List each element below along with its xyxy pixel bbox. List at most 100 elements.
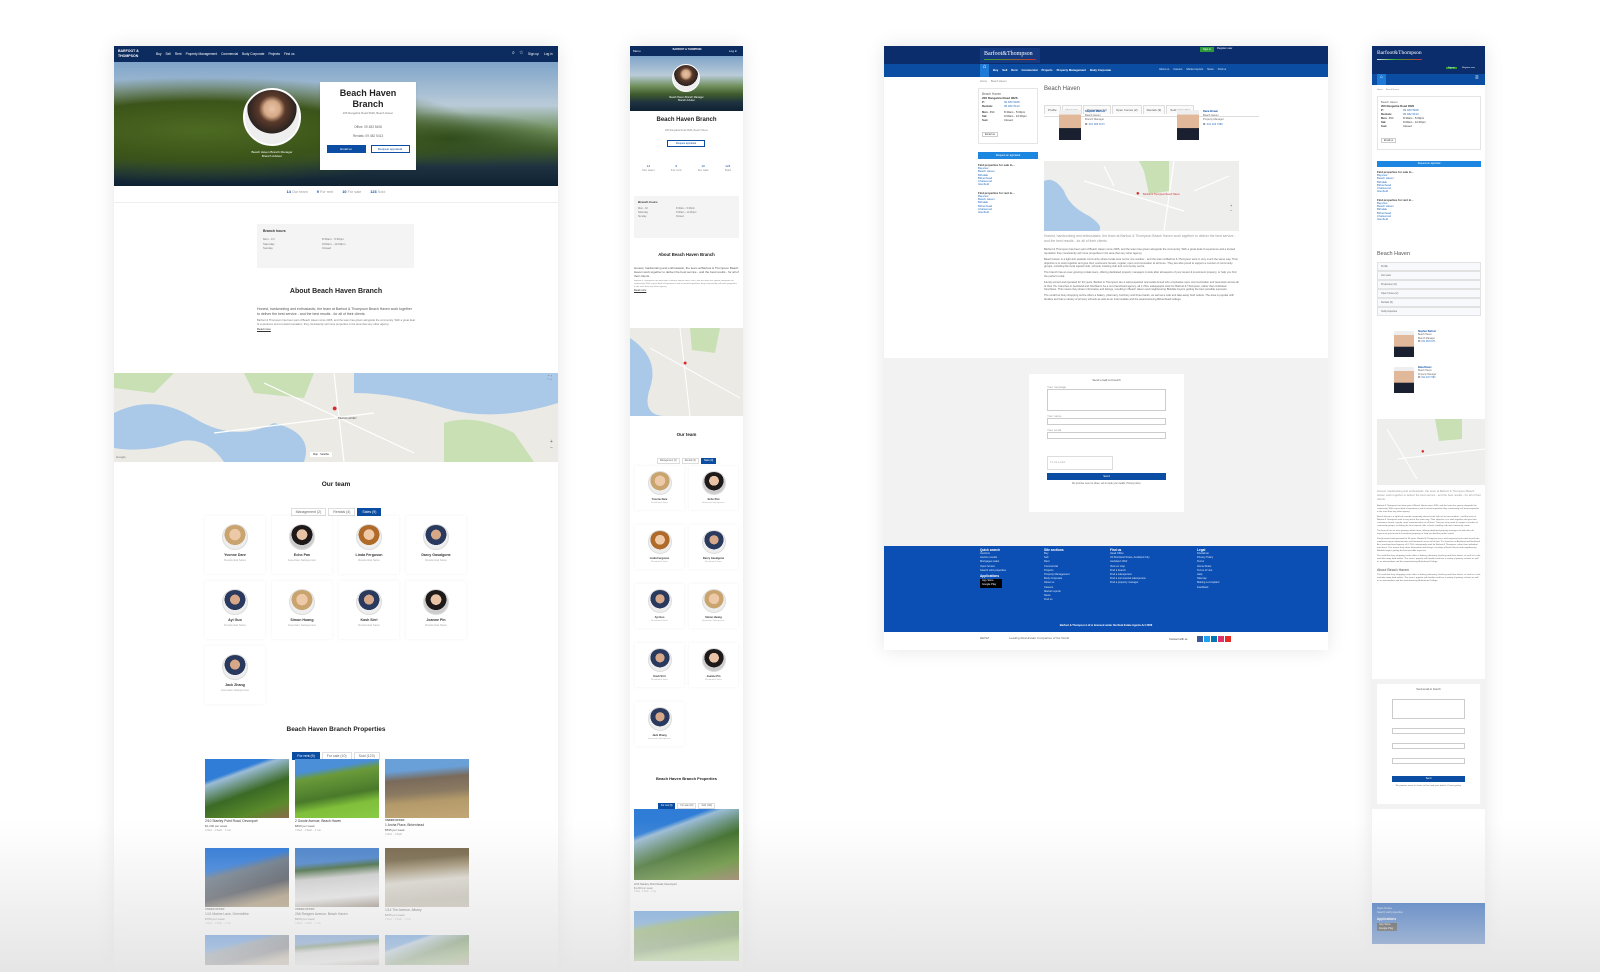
request-appraisal-button[interactable]: Request an appraisal	[1377, 161, 1481, 167]
property-card[interactable]: UNDER OFFER 26A Rangers Avenue, Beach Hav…	[295, 848, 379, 929]
breadcrumb-item[interactable]: Beach Haven	[1386, 89, 1399, 91]
property-photo[interactable]	[634, 911, 739, 961]
brand-logo[interactable]: BARFOOT & THOMPSON	[118, 49, 148, 59]
brand-logo[interactable]: BARFOOT & THOMPSON	[670, 48, 704, 51]
fullscreen-icon[interactable]: ⛶	[548, 375, 552, 381]
profile-tab[interactable]: Rentals (9)	[1377, 298, 1481, 307]
footer-link[interactable]: Search sold properties	[980, 569, 1006, 573]
map-pin-icon[interactable]: ●	[332, 403, 337, 413]
register-link[interactable]: Register user	[1217, 47, 1232, 50]
request-appraisal-button[interactable]: Request an appraisal	[978, 152, 1038, 159]
brand-logo[interactable]: Barfoot&Thompson	[980, 48, 1040, 63]
brand-logo[interactable]: Barfoot&Thompson	[1377, 50, 1422, 60]
instagram-icon[interactable]	[1218, 636, 1224, 642]
message-textarea[interactable]	[1047, 389, 1166, 411]
home-icon[interactable]: ⌂	[1377, 74, 1386, 85]
nav-item[interactable]: Property Management	[186, 52, 218, 56]
team-member-card[interactable]: Joanne Pin Residential Sales	[689, 643, 738, 687]
nav-item[interactable]: Rent	[175, 52, 182, 56]
property-card[interactable]: 2/10 Stanley Point Road, Devonport $1,200…	[205, 759, 289, 840]
staff-card[interactable]: Dana Brown Beach Haven Property Manager M: …	[1394, 367, 1436, 393]
nav-item[interactable]: Careers	[1173, 68, 1182, 71]
branch-map[interactable]: ●	[1377, 419, 1485, 485]
suburb-sale-link[interactable]: Glenfield	[978, 183, 1038, 187]
team-tab[interactable]: Rentals (4)	[328, 508, 356, 516]
profile-tab[interactable]: Our team	[1377, 271, 1481, 280]
nav-item[interactable]: Find us	[1218, 68, 1227, 71]
profile-tab[interactable]: Profile	[1377, 262, 1481, 271]
team-member-card[interactable]: Echo Pan Associate Salesperson	[272, 516, 332, 574]
profile-tab[interactable]: Open homes (2)	[1377, 289, 1481, 298]
team-member-card[interactable]: Jack Zhang Associate Salesperson	[205, 646, 265, 704]
team-tab[interactable]: Sales (9)	[357, 508, 382, 516]
stat-link[interactable]: 123 Sold	[370, 190, 385, 194]
zoom-controls[interactable]: + −	[1230, 203, 1232, 213]
team-member-card[interactable]: Kash Sirri Residential Sales	[635, 643, 684, 687]
read-more-link[interactable]: Read more	[634, 289, 739, 292]
sign-up-link[interactable]: Sign up	[528, 52, 539, 56]
log-in-link[interactable]: Log in	[729, 49, 737, 53]
search-icon[interactable]: ⌕	[512, 50, 515, 56]
office-phone[interactable]: Office: 09 483 5408	[320, 125, 416, 129]
menu-icon[interactable]: ≡	[1475, 75, 1479, 81]
team-member-card[interactable]: Darcy Gasalgone Residential Sales	[406, 516, 466, 574]
breadcrumb-item[interactable]: Beach Haven	[991, 80, 1007, 83]
team-tab[interactable]: Sales (9)	[700, 458, 717, 464]
branch-map[interactable]: ● BEACH HAVEN Map · Satellite ⛶ + − Googl…	[114, 373, 558, 462]
email-us-button[interactable]: Email us	[1381, 138, 1397, 143]
property-card[interactable]: UNDER OFFER 1 Aroha Place, Birkenhead $595…	[385, 759, 469, 840]
team-member-card[interactable]: Jack Zhang Associate Salesperson	[635, 702, 684, 746]
email-input[interactable]	[1047, 432, 1166, 439]
star-icon[interactable]: ☆	[519, 50, 523, 56]
nav-item[interactable]: Buy	[993, 68, 998, 72]
map-pin-icon[interactable]: ●	[1136, 191, 1140, 197]
nav-item[interactable]: Body Corporate	[242, 52, 264, 56]
read-more-link[interactable]: Read more	[257, 327, 415, 331]
nav-item[interactable]: Body Corporate	[1090, 68, 1111, 72]
staff-card[interactable]: Stephen Barfoot Beach Haven Branch Manager…	[1394, 331, 1436, 357]
request-appraisal-button[interactable]: Request appraisal	[370, 145, 410, 153]
sign-in-button[interactable]: Sign in	[1446, 67, 1457, 69]
map-type-toggle[interactable]: Map · Satellite	[310, 452, 333, 457]
property-card[interactable]: 2 Goode Avenue, Beach Haven $800 per week…	[295, 759, 379, 840]
phone-input[interactable]	[1392, 758, 1465, 764]
suburb-sale-link[interactable]: Glenfield	[1377, 190, 1481, 194]
nav-item[interactable]: News	[1207, 68, 1214, 71]
footer-link[interactable]: Find us	[1044, 598, 1070, 602]
stat-link[interactable]: 9 For rent	[317, 190, 333, 194]
team-member-card[interactable]: Ayi Guo Residential Sales	[635, 584, 684, 628]
facebook-icon[interactable]	[1197, 636, 1203, 642]
menu-button[interactable]: Menu	[633, 49, 641, 53]
map-pin-icon[interactable]: ●	[683, 360, 687, 367]
mobile-map[interactable]: ●	[630, 328, 743, 416]
property-card[interactable]: 1/14 The Avenue, Albany $495 per week 2 Be…	[385, 848, 469, 929]
email-input[interactable]	[1392, 743, 1465, 749]
nav-item[interactable]: Market reports	[1186, 68, 1203, 71]
suburb-rent-link[interactable]: Glenfield	[1377, 217, 1481, 221]
stat-link[interactable]: 9 For rent	[671, 164, 682, 172]
nav-item[interactable]: Buy	[156, 52, 162, 56]
send-button[interactable]: Send	[1392, 776, 1465, 782]
stat-link[interactable]: 123 Sold	[725, 164, 731, 172]
nav-item[interactable]: Find us	[284, 52, 294, 56]
team-member-card[interactable]: Echo Pan Associate Salesperson	[689, 466, 738, 510]
register-link[interactable]: Register user	[1462, 67, 1475, 69]
nav-item[interactable]: Sell	[1002, 68, 1007, 72]
team-member-card[interactable]: Yvonne Dare Residential Sales	[635, 466, 684, 510]
stat-link[interactable]: 10 For sale	[342, 190, 361, 194]
property-card[interactable]: 2/10 Stanley Point Road, Devonport $1,20…	[634, 809, 739, 893]
rentals-phone[interactable]: Rentals: 09 482 5413	[320, 134, 416, 138]
branch-map[interactable]: ● Barfoot & Thompson Beach Haven + −	[1044, 161, 1239, 231]
name-input[interactable]	[1392, 728, 1465, 734]
map-pin-icon[interactable]: ●	[1421, 449, 1425, 455]
nav-item[interactable]: Commercial	[221, 52, 238, 56]
youtube-icon[interactable]	[1225, 636, 1231, 642]
team-member-card[interactable]: Linda Ferguson Residential Sales	[339, 516, 399, 574]
twitter-icon[interactable]	[1204, 636, 1210, 642]
nav-item[interactable]: Property Management	[1057, 68, 1086, 72]
nav-item[interactable]: Rent	[1011, 68, 1017, 72]
log-in-link[interactable]: Log in	[544, 52, 553, 56]
suburb-rent-link[interactable]: Glenfield	[978, 210, 1038, 214]
profile-tab[interactable]: Properties (12)	[1377, 280, 1481, 289]
request-appraisal-button[interactable]: Request appraisal	[667, 140, 705, 147]
